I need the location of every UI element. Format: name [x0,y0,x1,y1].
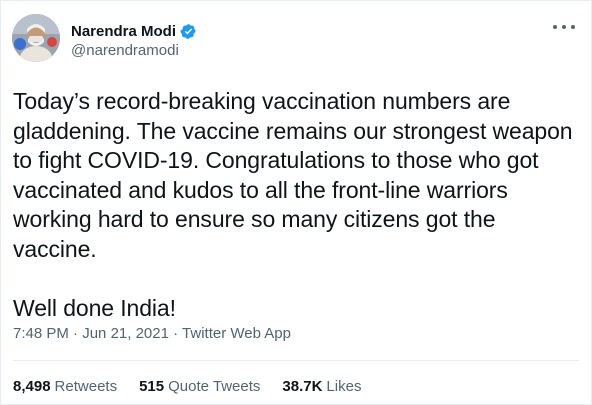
author-handle[interactable]: @narendramodi [71,42,197,59]
retweets-label: Retweets [54,378,118,395]
divider [13,360,579,361]
meta-separator: · [168,325,183,342]
quotes-count: 515 [139,378,165,395]
likes-stat[interactable]: 38.7K Likes [282,378,361,395]
tweet-stats: 8,498 Retweets 515 Quote Tweets 38.7K Likes [13,378,383,395]
verified-badge-icon [180,23,196,39]
quote-tweets-stat[interactable]: 515 Quote Tweets [139,378,260,395]
meta-separator: · [68,325,83,342]
quotes-label: Quote Tweets [168,378,261,395]
likes-label: Likes [326,378,362,395]
likes-count: 38.7K [282,378,323,395]
tweet-meta: 7:48 PM · Jun 21, 2021 · Twitter Web App [13,325,291,342]
avatar[interactable] [12,14,60,62]
tweet-paragraph: Today’s record-breaking vaccination numb… [13,88,573,262]
more-dot [571,25,575,29]
retweets-stat[interactable]: 8,498 Retweets [13,378,117,395]
tweet-paragraph: Well done India! [13,294,176,321]
author-display-name[interactable]: Narendra Modi [71,23,176,40]
tweet-source[interactable]: Twitter Web App [182,325,291,342]
tweet-text: Today’s record-breaking vaccination numb… [13,87,585,323]
author-info: Narendra Modi @narendramodi [71,21,197,59]
avatar-image [12,14,60,62]
more-options-icon[interactable] [553,19,575,35]
tweet-card: Narendra Modi @narendramodi Today’s reco… [0,0,592,405]
tweet-time[interactable]: 7:48 PM [13,325,69,342]
more-dot [553,25,557,29]
author-name-row: Narendra Modi [71,21,197,41]
retweets-count: 8,498 [13,378,51,395]
more-dot [562,25,566,29]
tweet-date[interactable]: Jun 21, 2021 [82,325,169,342]
